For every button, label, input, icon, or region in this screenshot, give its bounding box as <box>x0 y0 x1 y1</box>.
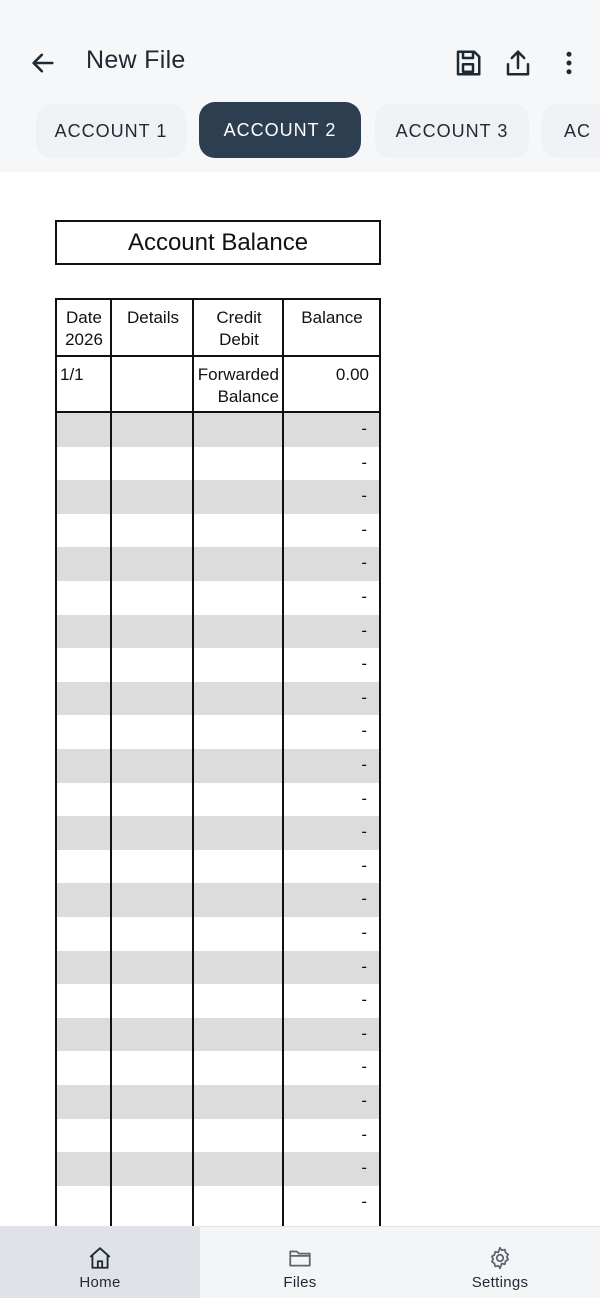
arrow-left-icon <box>32 53 54 73</box>
column-divider <box>192 300 194 413</box>
table-row[interactable]: - <box>57 883 379 917</box>
column-header-balance: Balance <box>301 308 363 327</box>
column-divider <box>282 300 284 1256</box>
column-header-credit-debit: Credit Debit <box>195 307 283 351</box>
column-divider <box>110 300 112 1256</box>
table-row[interactable]: - <box>57 681 379 716</box>
save-icon <box>456 50 481 76</box>
table-row[interactable]: - <box>57 984 379 1018</box>
row-balance-value: - <box>361 889 367 909</box>
row-balance-value: - <box>361 486 367 506</box>
column-divider <box>192 413 194 1256</box>
row-balance-value: - <box>361 1057 367 1077</box>
opening-detail-line-1: Forwarded <box>197 365 279 384</box>
opening-row-balance: 0.00 <box>335 365 369 384</box>
row-balance-value: - <box>361 553 367 573</box>
row-balance-value: - <box>361 419 367 438</box>
column-header-details: Details <box>127 308 179 327</box>
back-button[interactable] <box>24 44 62 82</box>
header-divider <box>57 355 379 357</box>
opening-row-divider <box>57 411 379 413</box>
tab-account-3[interactable]: ACCOUNT 3 <box>375 104 529 158</box>
nav-settings[interactable]: Settings <box>400 1227 600 1298</box>
row-balance-value: - <box>361 721 367 741</box>
credit-header-label: Credit <box>216 308 262 327</box>
row-balance-value: - <box>361 452 367 472</box>
more-vertical-icon <box>566 51 572 75</box>
table-row[interactable]: - <box>57 749 379 783</box>
year-header-label: 2026 <box>65 330 103 349</box>
row-balance-value: - <box>361 587 367 606</box>
nav-files-label: Files <box>283 1274 317 1291</box>
table-row[interactable]: - <box>57 614 379 649</box>
top-app-bar: New File ACCOUNT 1 ACCOUNT 2 ACCOUNT 3 A… <box>0 0 600 172</box>
row-balance-value: - <box>361 788 367 808</box>
column-header-date: Date 2026 <box>57 307 111 351</box>
share-icon <box>506 50 530 76</box>
row-balance-value: - <box>361 1158 367 1178</box>
row-balance-value: - <box>361 855 367 875</box>
row-balance-value: - <box>361 1191 367 1211</box>
row-balance-value: - <box>361 1023 367 1043</box>
table-row[interactable]: - <box>57 715 379 749</box>
table-row[interactable]: - <box>57 816 379 850</box>
row-balance-value: - <box>361 620 367 640</box>
tab-account-1[interactable]: ACCOUNT 1 <box>36 104 186 158</box>
row-balance-value: - <box>361 755 367 774</box>
table-row[interactable]: - <box>57 850 379 884</box>
folder-icon <box>286 1245 314 1271</box>
account-tabs: ACCOUNT 1 ACCOUNT 2 ACCOUNT 3 AC <box>0 102 600 160</box>
row-balance-value: - <box>361 687 367 707</box>
row-balance-value: - <box>361 923 367 942</box>
sheet-title: Account Balance <box>55 220 381 265</box>
nav-home[interactable]: Home <box>0 1227 200 1298</box>
tab-account-2[interactable]: ACCOUNT 2 <box>199 102 361 158</box>
row-balance-value: - <box>361 1124 367 1144</box>
table-row[interactable]: - <box>57 547 379 581</box>
row-balance-value: - <box>361 519 367 539</box>
tab-account-4[interactable]: AC <box>542 104 600 158</box>
date-header-label: Date <box>66 308 102 327</box>
row-balance-value: - <box>361 990 367 1010</box>
table-row[interactable]: - <box>57 480 379 514</box>
row-balance-value: - <box>361 1091 367 1110</box>
ledger-table: - - - - - - - - - - - - - - - - - - - - - - - - Date 2026 Detai… <box>55 298 381 1258</box>
save-button[interactable] <box>449 44 487 82</box>
gear-icon <box>486 1245 514 1271</box>
nav-settings-label: Settings <box>471 1274 529 1291</box>
bottom-navigation: Home Files Settings <box>0 1226 600 1298</box>
table-row[interactable]: - <box>57 950 379 985</box>
home-icon <box>86 1245 114 1271</box>
share-button[interactable] <box>499 44 537 82</box>
table-row[interactable]: - <box>57 413 379 447</box>
table-row[interactable]: - <box>57 648 379 682</box>
debit-header-label: Debit <box>219 330 259 349</box>
more-options-button[interactable] <box>550 44 588 82</box>
table-row[interactable]: - <box>57 917 379 951</box>
row-balance-value: - <box>361 956 367 976</box>
opening-row-detail: Forwarded Balance <box>113 364 279 408</box>
table-row[interactable]: - <box>57 783 379 817</box>
opening-row-date: 1/1 <box>60 365 84 384</box>
table-row[interactable]: - <box>57 447 379 481</box>
table-row[interactable]: - <box>57 1186 379 1220</box>
opening-detail-line-2: Balance <box>217 387 279 406</box>
nav-files[interactable]: Files <box>200 1227 400 1298</box>
app-screen: New File ACCOUNT 1 ACCOUNT 2 ACCOUNT 3 A… <box>0 0 600 1298</box>
table-row[interactable]: - <box>57 1152 379 1186</box>
page-title: New File <box>86 46 186 74</box>
table-row[interactable]: - <box>57 1119 379 1153</box>
table-row[interactable]: - <box>57 1017 379 1052</box>
table-row[interactable]: - <box>57 514 379 548</box>
row-balance-value: - <box>361 822 367 842</box>
row-balance-value: - <box>361 654 367 674</box>
nav-home-label: Home <box>79 1274 121 1291</box>
table-row[interactable]: - <box>57 1085 379 1119</box>
table-row[interactable]: - <box>57 1051 379 1085</box>
table-row[interactable]: - <box>57 581 379 615</box>
